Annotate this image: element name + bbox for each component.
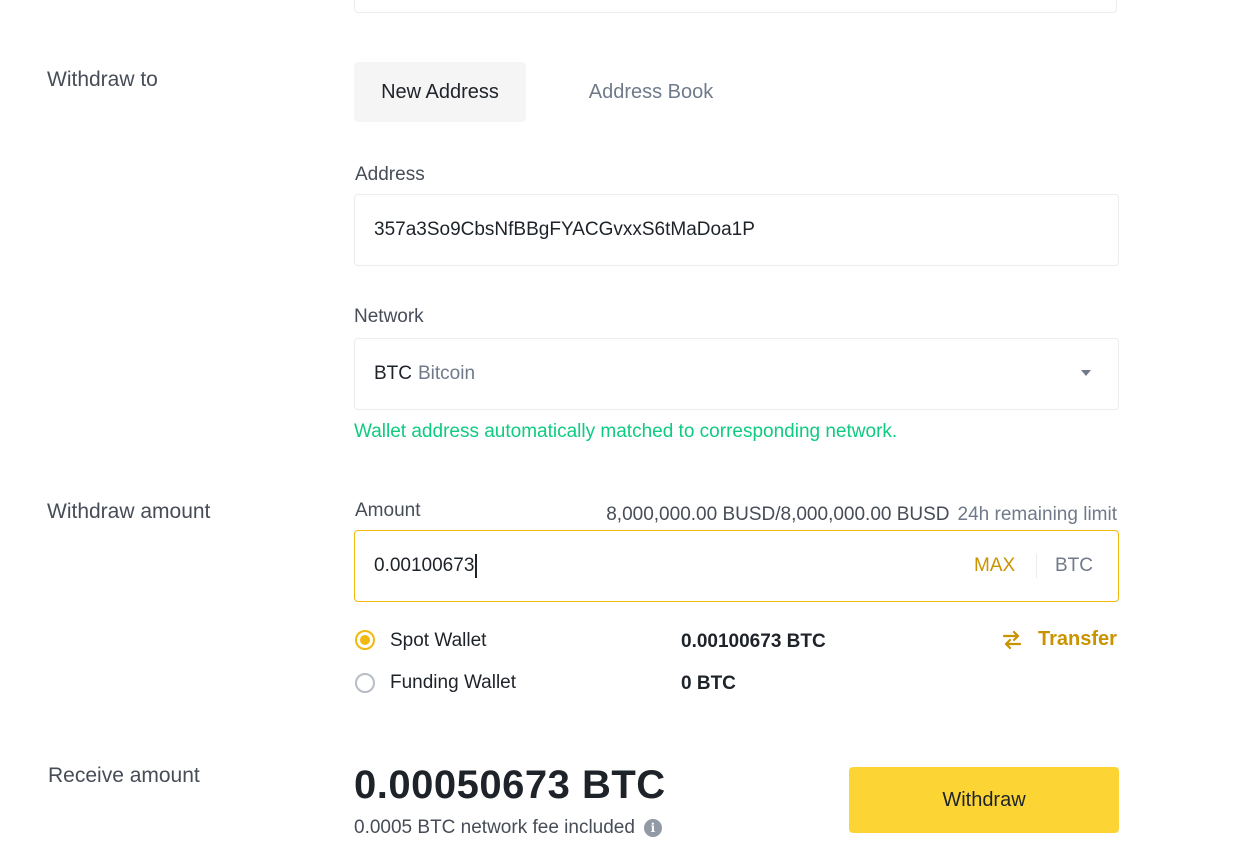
transfer-label: Transfer	[1038, 628, 1117, 650]
limit-value: 8,000,000.00 BUSD/8,000,000.00 BUSD	[606, 504, 950, 525]
address-label: Address	[355, 164, 425, 185]
address-input[interactable]: 357a3So9CbsNfBBgFYACGvxxS6tMaDoa1P	[354, 194, 1119, 266]
fee-note-text: 0.0005 BTC network fee included	[354, 817, 635, 838]
network-fee-note: 0.0005 BTC network fee included i	[354, 817, 662, 839]
receive-amount-label: Receive amount	[48, 764, 200, 787]
remaining-limit: 8,000,000.00 BUSD/8,000,000.00 BUSD 24h r…	[606, 504, 1117, 526]
withdraw-amount-label: Withdraw amount	[47, 500, 211, 523]
network-code: BTC	[374, 363, 412, 384]
spot-wallet-balance: 0.00100673 BTC	[681, 631, 826, 652]
network-select[interactable]: BTC Bitcoin	[354, 338, 1119, 410]
amount-label: Amount	[355, 500, 421, 521]
caret-down-icon[interactable]	[1081, 370, 1091, 376]
network-label: Network	[354, 306, 424, 327]
previous-field[interactable]	[354, 0, 1117, 13]
spot-wallet-label[interactable]: Spot Wallet	[390, 630, 486, 652]
receive-amount-value: 0.00050673 BTC	[354, 763, 666, 807]
spot-wallet-radio[interactable]	[355, 630, 375, 650]
input-divider	[1036, 554, 1037, 578]
amount-unit: BTC	[1055, 555, 1093, 576]
funding-wallet-balance: 0 BTC	[681, 673, 736, 694]
swap-arrows-icon	[1002, 630, 1022, 649]
withdraw-button[interactable]: Withdraw	[849, 767, 1119, 833]
network-match-message: Wallet address automatically matched to …	[354, 421, 898, 442]
tab-new-address[interactable]: New Address	[354, 62, 526, 122]
info-icon[interactable]: i	[643, 819, 662, 837]
max-button[interactable]: MAX	[974, 555, 1015, 577]
network-name: Bitcoin	[418, 363, 476, 384]
withdraw-to-label: Withdraw to	[47, 68, 158, 91]
text-cursor	[475, 554, 478, 578]
tab-address-book[interactable]: Address Book	[560, 62, 742, 122]
funding-wallet-radio[interactable]	[355, 673, 375, 693]
transfer-button[interactable]: Transfer	[1002, 628, 1117, 651]
amount-value: 0.00100673	[374, 555, 475, 576]
address-value: 357a3So9CbsNfBBgFYACGvxxS6tMaDoa1P	[374, 219, 755, 240]
funding-wallet-label[interactable]: Funding Wallet	[390, 672, 516, 694]
limit-label: 24h remaining limit	[957, 504, 1117, 525]
